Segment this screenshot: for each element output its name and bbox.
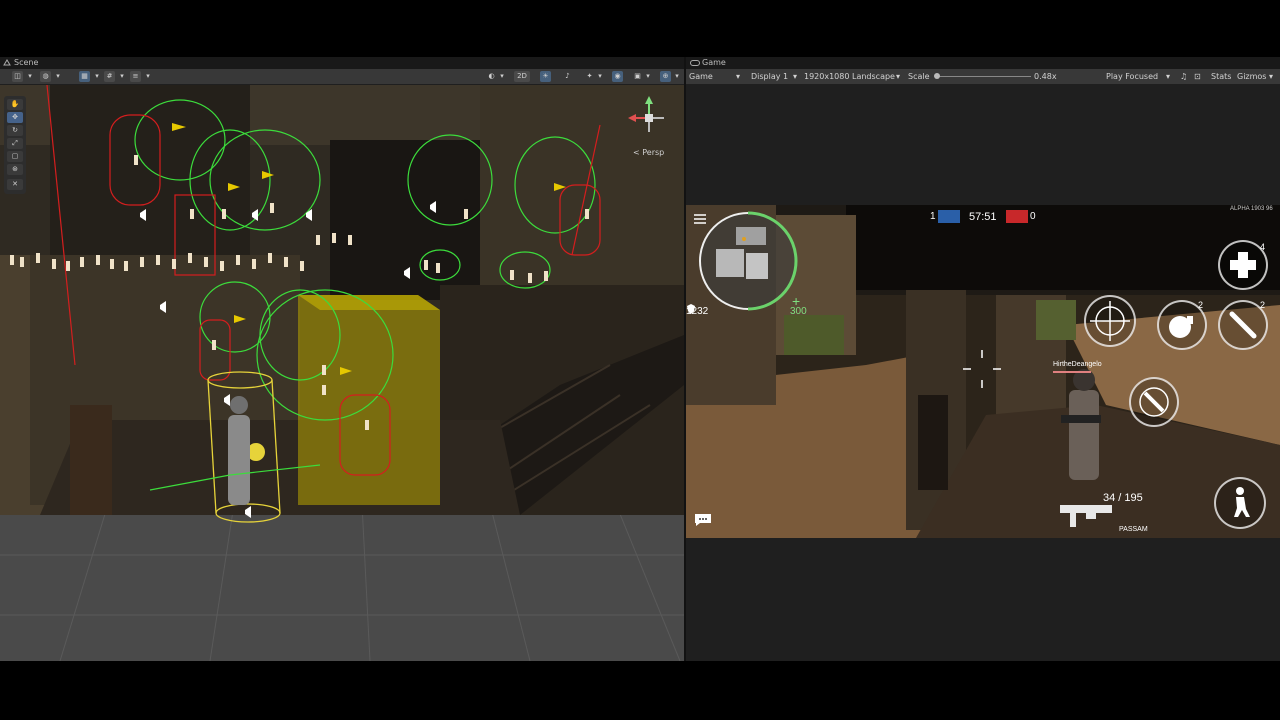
transform-tool-icon[interactable]: ⊛ bbox=[7, 164, 23, 175]
knife-count: 2 bbox=[1260, 300, 1266, 310]
chevron-down-icon[interactable]: ▾ bbox=[644, 71, 652, 82]
perspective-label[interactable]: < Persp bbox=[633, 148, 664, 157]
reload-button[interactable] bbox=[1129, 377, 1179, 427]
crosshair-icon bbox=[961, 348, 1003, 390]
chevron-down-icon[interactable]: ▾ bbox=[1269, 69, 1273, 84]
prone-icon bbox=[1234, 487, 1250, 517]
resolution-select[interactable]: 1920x1080 Landscape bbox=[804, 69, 895, 84]
audio-icon[interactable]: ♪ bbox=[562, 71, 573, 82]
team2-score: 0 bbox=[1030, 211, 1036, 222]
game-viewport[interactable]: 1232 + 300 1 57:51 0 ALPHA 1903 96 Hirth… bbox=[686, 205, 1280, 538]
chat-icon[interactable] bbox=[694, 513, 712, 527]
medkit-count: 4 bbox=[1260, 242, 1266, 252]
armor-value: 1232 bbox=[686, 306, 709, 317]
custom-tool-icon[interactable]: ✕ bbox=[7, 179, 23, 190]
chevron-down-icon[interactable]: ▾ bbox=[596, 71, 604, 82]
scale-tool-icon[interactable]: ⤢ bbox=[7, 138, 23, 149]
team2-flag-icon bbox=[1006, 210, 1028, 223]
chevron-down-icon[interactable]: ▾ bbox=[673, 71, 681, 82]
chevron-down-icon[interactable]: ▾ bbox=[498, 71, 506, 82]
build-label: ALPHA 1903 96 bbox=[1230, 206, 1273, 212]
game-tab-bar: Game bbox=[686, 57, 1280, 69]
chevron-down-icon[interactable]: ▾ bbox=[1166, 69, 1170, 84]
team1-flag-icon bbox=[938, 210, 960, 223]
team1-score: 1 bbox=[930, 211, 936, 222]
chevron-down-icon[interactable]: ▾ bbox=[144, 71, 152, 82]
scene-tab-icon bbox=[3, 59, 11, 67]
game-tab-label[interactable]: Game bbox=[702, 57, 726, 69]
scope-icon bbox=[1090, 301, 1130, 341]
stats-button[interactable]: Stats bbox=[1211, 69, 1231, 84]
chevron-down-icon[interactable]: ▾ bbox=[26, 71, 34, 82]
gizmo-icon[interactable]: ⊕ bbox=[660, 71, 671, 82]
snap-increment-icon[interactable]: ≡ bbox=[130, 71, 141, 82]
target-icon bbox=[1139, 387, 1169, 417]
chevron-down-icon[interactable]: ▾ bbox=[93, 71, 101, 82]
grid-snap-icon[interactable]: ▦ bbox=[79, 71, 90, 82]
chevron-down-icon[interactable]: ▾ bbox=[736, 69, 740, 84]
scene-toolbar: ◫ ▾ ◍ ▾ ▦ ▾ # ▾ ≡ ▾ ◐ ▾ 2D ☀ ♪ ✦ ▾ ◉ ▣ ▾… bbox=[0, 69, 684, 85]
display-select[interactable]: Display 1 bbox=[751, 69, 788, 84]
gamepad-icon bbox=[690, 59, 700, 67]
chevron-down-icon[interactable]: ▾ bbox=[793, 69, 797, 84]
draw-mode-icon[interactable]: ◫ bbox=[12, 71, 23, 82]
tools-strip: ✋ ✥ ↻ ⤢ ▢ ⊛ ✕ bbox=[4, 96, 26, 194]
move-tool-icon[interactable]: ✥ bbox=[7, 112, 23, 123]
shading-mode-icon[interactable]: ◐ bbox=[486, 71, 497, 82]
hand-tool-icon[interactable]: ✋ bbox=[7, 99, 23, 110]
prone-button[interactable] bbox=[1214, 477, 1266, 529]
scene-render bbox=[0, 85, 684, 661]
chevron-down-icon[interactable]: ▾ bbox=[118, 71, 126, 82]
chevron-down-icon[interactable]: ▾ bbox=[54, 71, 62, 82]
minimap[interactable] bbox=[696, 209, 800, 313]
scale-slider-handle[interactable] bbox=[934, 73, 940, 79]
play-focused-select[interactable]: Play Focused bbox=[1106, 69, 1158, 84]
grid-icon[interactable]: # bbox=[104, 71, 115, 82]
rotate-tool-icon[interactable]: ↻ bbox=[7, 125, 23, 136]
camera-icon[interactable]: ▣ bbox=[632, 71, 643, 82]
chevron-down-icon[interactable]: ▾ bbox=[896, 69, 900, 84]
letterbox-top bbox=[0, 0, 1280, 57]
scale-value: 0.48x bbox=[1034, 72, 1057, 81]
rect-tool-icon[interactable]: ▢ bbox=[7, 151, 23, 162]
game-toolbar: Game ▾ Display 1 ▾ 1920x1080 Landscape ▾… bbox=[686, 69, 1280, 85]
scale-label: Scale bbox=[908, 72, 930, 81]
player-health-bar bbox=[1053, 371, 1091, 373]
orientation-gizmo-icon[interactable] bbox=[626, 96, 672, 142]
weapon-name: PASSAM bbox=[1119, 526, 1148, 533]
scale-slider-track[interactable] bbox=[936, 76, 1031, 77]
mode-2d-button[interactable]: 2D bbox=[514, 71, 530, 82]
grenade-count: 2 bbox=[1198, 300, 1204, 310]
gizmos-button[interactable]: Gizmos bbox=[1237, 69, 1266, 84]
globe-icon[interactable]: ◍ bbox=[40, 71, 51, 82]
view-select[interactable]: Game bbox=[689, 69, 713, 84]
visibility-icon[interactable]: ◉ bbox=[612, 71, 623, 82]
maximize-icon[interactable]: ⊡ bbox=[1194, 69, 1201, 84]
health-value: 300 bbox=[790, 306, 807, 317]
audio-mute-icon[interactable]: ♫ bbox=[1180, 69, 1187, 84]
match-timer: 57:51 bbox=[969, 211, 997, 223]
effects-icon[interactable]: ✦ bbox=[584, 71, 595, 82]
aim-button[interactable] bbox=[1084, 295, 1136, 347]
player-name-tag: HirtheDeangelo bbox=[1053, 361, 1102, 368]
scene-viewport[interactable] bbox=[0, 85, 684, 661]
ammo-count: 34 / 195 bbox=[1103, 492, 1143, 504]
scene-tab-bar: Scene bbox=[0, 57, 684, 69]
lighting-icon[interactable]: ☀ bbox=[540, 71, 551, 82]
scene-tab-label[interactable]: Scene bbox=[14, 57, 38, 69]
letterbox-bottom bbox=[0, 661, 1280, 720]
